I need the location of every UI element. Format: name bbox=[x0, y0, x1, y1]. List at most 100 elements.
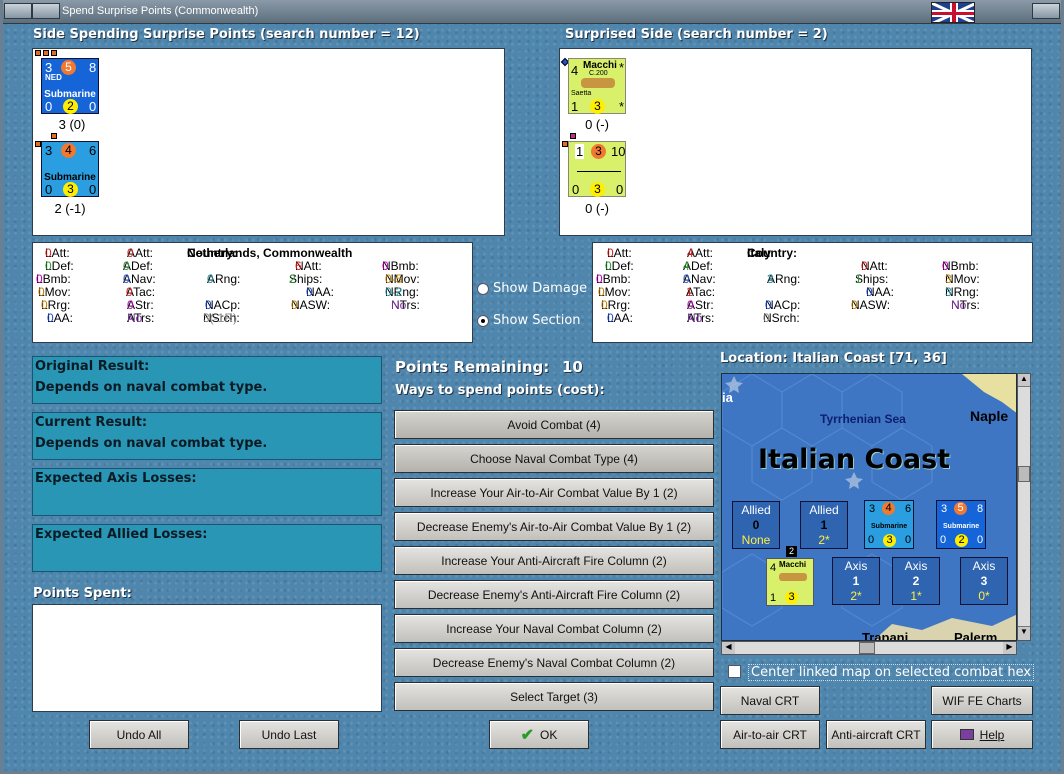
increase-anti-aircraft-button[interactable]: Increase Your Anti-Aircraft Fire Column … bbox=[394, 546, 714, 575]
air-to-air-crt-button[interactable]: Air-to-air CRT bbox=[720, 720, 820, 749]
help-button[interactable]: Help bbox=[931, 720, 1033, 749]
combat-box-side: Axis bbox=[972, 559, 996, 573]
map-horizontal-scrollbar[interactable]: ◀ ▶ bbox=[721, 641, 1017, 655]
scroll-down-icon[interactable]: ▼ bbox=[1018, 626, 1030, 640]
center-linked-label[interactable]: Center linked map on selected combat hex bbox=[748, 664, 1035, 681]
map-vertical-scrollbar[interactable]: ▲ ▼ bbox=[1017, 373, 1031, 641]
surprised-units-panel: 4 Macchi C.200 * Saetta 1 3 * 0 (-) 1 3 … bbox=[559, 48, 1032, 236]
map-edge-text: ia bbox=[722, 390, 733, 405]
avoid-combat-button[interactable]: Avoid Combat (4) bbox=[394, 410, 714, 439]
aircraft-icon bbox=[779, 573, 807, 581]
submarine-counter[interactable]: 3 4 6 Submarine 0 3 0 bbox=[41, 141, 99, 197]
city-label: Palerm bbox=[954, 630, 998, 641]
map-macchi-counter[interactable]: 4 Macchi 1 3 bbox=[766, 558, 814, 606]
anti-aircraft-crt-button[interactable]: Anti-aircraft CRT bbox=[826, 720, 926, 749]
show-section-radio[interactable] bbox=[477, 315, 489, 327]
points-spent-label: Points Spent: bbox=[33, 586, 132, 601]
decrease-enemy-naval-combat-button[interactable]: Decrease Enemy's Naval Combat Column (2) bbox=[394, 648, 714, 677]
spending-units-panel: 3 5 8 NED Submarine 0 2 0 3 (0) 3 4 6 Su… bbox=[32, 48, 505, 236]
combat-box-num: 0 bbox=[752, 518, 760, 532]
stack-count-badge: 2 bbox=[786, 546, 797, 557]
map-submarine-counter-ned[interactable]: 3 5 8 Submarine 0 2 0 bbox=[936, 500, 986, 549]
combat-box-side: Allied bbox=[809, 503, 839, 517]
marker-icon bbox=[51, 133, 57, 139]
italian-ship-counter[interactable]: 1 3 10 0 3 0 bbox=[568, 141, 626, 197]
minimize-button[interactable] bbox=[32, 3, 60, 19]
increase-naval-combat-button[interactable]: Increase Your Naval Combat Column (2) bbox=[394, 614, 714, 643]
show-damage-label[interactable]: Show Damage bbox=[493, 281, 587, 296]
checkmark-icon: ✔ bbox=[520, 726, 535, 744]
show-section-label[interactable]: Show Section bbox=[493, 313, 581, 328]
decrease-enemy-air-to-air-button[interactable]: Decrease Enemy's Air-to-Air Combat Value… bbox=[394, 512, 714, 541]
select-target-button[interactable]: Select Target (3) bbox=[394, 682, 714, 711]
combat-box-sub: 2* bbox=[818, 533, 830, 547]
scroll-right-icon[interactable]: ▶ bbox=[1003, 642, 1016, 654]
city-label: Trapani bbox=[862, 630, 909, 641]
allied-losses-panel: Expected Allied Losses: bbox=[32, 524, 382, 572]
scroll-thumb[interactable] bbox=[1018, 466, 1030, 482]
ok-button[interactable]: ✔ OK bbox=[489, 720, 589, 749]
combat-box-num: 3 bbox=[980, 574, 988, 588]
system-menu-button[interactable] bbox=[4, 3, 32, 19]
map-hex-title: Italian Coast bbox=[758, 444, 951, 475]
axis-losses-panel: Expected Axis Losses: bbox=[32, 468, 382, 516]
points-remaining-label: Points Remaining: bbox=[395, 358, 550, 376]
macchi-fighter-counter[interactable]: 4 Macchi C.200 * Saetta 1 3 * bbox=[568, 58, 626, 114]
center-linked-checkbox[interactable] bbox=[728, 665, 741, 678]
submarine-counter-ned[interactable]: 3 5 8 NED Submarine 0 2 0 bbox=[41, 58, 99, 114]
combat-box-sub: 2* bbox=[850, 589, 862, 603]
unit-caption: 0 (-) bbox=[585, 117, 609, 132]
uk-flag-icon bbox=[931, 2, 975, 23]
unit-caption: 2 (-1) bbox=[54, 201, 86, 216]
scroll-left-icon[interactable]: ◀ bbox=[722, 642, 735, 654]
undo-all-button[interactable]: Undo All bbox=[89, 720, 189, 749]
location-label: Location: Italian Coast [71, 36] bbox=[720, 351, 947, 366]
combat-box-side: Axis bbox=[844, 559, 868, 573]
scroll-thumb[interactable] bbox=[859, 642, 875, 654]
ship-icon bbox=[577, 168, 621, 172]
map-submarine-counter[interactable]: 3 4 6 Submarine 0 3 0 bbox=[864, 500, 914, 549]
window-title: Spend Surprise Points (Commonwealth) bbox=[62, 5, 259, 17]
spending-stats-panel: LAtt: 0 AAtt: 0 Country: Netherlands, Co… bbox=[32, 242, 473, 343]
marker-icon bbox=[43, 50, 49, 56]
city-label: Naple bbox=[970, 408, 1009, 424]
book-icon bbox=[959, 729, 974, 740]
sea-name: Tyrrhenian Sea bbox=[820, 412, 906, 426]
combat-box-side: Axis bbox=[904, 559, 928, 573]
decrease-enemy-anti-aircraft-button[interactable]: Decrease Enemy's Anti-Aircraft Fire Colu… bbox=[394, 580, 714, 609]
combat-box-num: 1 bbox=[820, 518, 828, 532]
increase-air-to-air-button[interactable]: Increase Your Air-to-Air Combat Value By… bbox=[394, 478, 714, 507]
marker-icon bbox=[35, 50, 41, 56]
combat-box-sub: 1* bbox=[910, 589, 922, 603]
combat-column-box[interactable]: Axis 1 2* bbox=[832, 557, 880, 605]
marker-icon bbox=[570, 133, 576, 139]
points-remaining-value: 10 bbox=[562, 358, 583, 376]
close-button[interactable] bbox=[1032, 3, 1060, 19]
combat-box-num: 1 bbox=[852, 574, 860, 588]
aircraft-icon bbox=[581, 78, 615, 88]
unit-caption: 0 (-) bbox=[585, 201, 609, 216]
combat-column-box[interactable]: Allied 1 2* bbox=[800, 501, 848, 549]
combat-box-num: 2 bbox=[912, 574, 920, 588]
unit-caption: 3 (0) bbox=[58, 117, 86, 132]
current-result-panel: Current Result: Depends on naval combat … bbox=[32, 412, 382, 460]
combat-column-box[interactable]: Axis 3 0* bbox=[960, 557, 1008, 605]
combat-box-sub: 0* bbox=[978, 589, 990, 603]
spending-side-header: Side Spending Surprise Points (search nu… bbox=[33, 27, 420, 42]
combat-column-box[interactable]: Axis 2 1* bbox=[892, 557, 940, 605]
linked-map[interactable]: ia Tyrrhenian Sea Naple Italian Coast Tr… bbox=[721, 373, 1017, 641]
show-damage-radio[interactable] bbox=[477, 283, 489, 295]
points-spent-list[interactable] bbox=[32, 604, 382, 712]
combat-box-side: Allied bbox=[741, 503, 771, 517]
wif-fe-charts-button[interactable]: WIF FE Charts bbox=[931, 686, 1033, 715]
naval-crt-button[interactable]: Naval CRT bbox=[720, 686, 820, 715]
scroll-up-icon[interactable]: ▲ bbox=[1018, 374, 1030, 387]
choose-naval-combat-type-button[interactable]: Choose Naval Combat Type (4) bbox=[394, 444, 714, 473]
undo-last-button[interactable]: Undo Last bbox=[239, 720, 339, 749]
combat-box-sub: None bbox=[741, 533, 771, 547]
surprised-stats-panel: LAtt: 0 AAtt: 4 Country: Italy NAtt: 0 N… bbox=[592, 242, 1033, 343]
original-result-panel: Original Result: Depends on naval combat… bbox=[32, 356, 382, 404]
ways-to-spend-label: Ways to spend points (cost): bbox=[395, 383, 605, 398]
combat-column-box[interactable]: Allied 0 None bbox=[732, 501, 780, 549]
title-bar: Spend Surprise Points (Commonwealth) bbox=[0, 0, 1064, 24]
